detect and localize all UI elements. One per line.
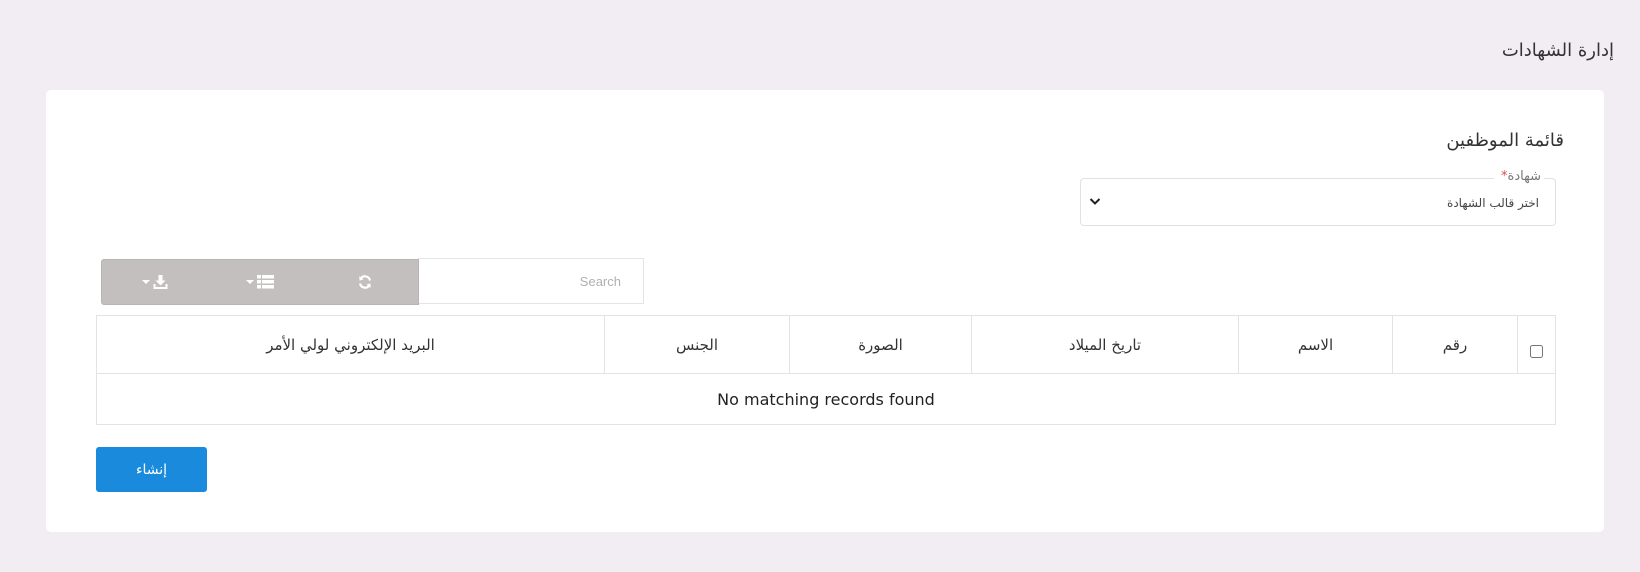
columns-icon [257, 275, 274, 289]
certificate-select[interactable]: اختر قالب الشهادة [1080, 178, 1556, 226]
caret-down-icon [141, 280, 150, 284]
column-header-gender[interactable]: الجنس [604, 316, 789, 373]
column-header-guardian-email[interactable]: البريد الإلكتروني لولي الأمر [97, 316, 604, 373]
column-header-dob[interactable]: تاريخ الميلاد [971, 316, 1238, 373]
certificate-select-value: اختر قالب الشهادة [1447, 196, 1539, 210]
create-button[interactable]: إنشاء [96, 447, 207, 492]
page-title: إدارة الشهادات [1501, 40, 1614, 61]
refresh-icon [359, 275, 372, 289]
column-header-photo[interactable]: الصورة [789, 316, 971, 373]
empty-message: No matching records found [717, 389, 935, 409]
export-button[interactable] [102, 260, 207, 304]
export-icon [153, 274, 168, 289]
card-title: قائمة الموظفين [1446, 130, 1564, 151]
columns-toggle-button[interactable] [207, 260, 312, 304]
employees-card: قائمة الموظفين اختر قالب الشهادة شهادة* [46, 90, 1604, 532]
certificate-field-label: شهادة* [1494, 169, 1544, 184]
select-all-checkbox[interactable] [1530, 345, 1543, 358]
column-header-name[interactable]: الاسم [1238, 316, 1392, 373]
certificate-label-text: شهادة [1507, 169, 1541, 184]
table-toolbar [101, 259, 419, 305]
table-header: رقم الاسم تاريخ الميلاد الصورة الجنس الب… [97, 316, 1555, 374]
employees-table: رقم الاسم تاريخ الميلاد الصورة الجنس الب… [96, 315, 1556, 425]
chevron-down-icon [1089, 198, 1101, 205]
search-input[interactable] [418, 258, 644, 304]
column-header-number[interactable]: رقم [1392, 316, 1517, 373]
caret-down-icon [246, 280, 254, 284]
refresh-button[interactable] [313, 260, 418, 304]
select-all-cell [1517, 316, 1555, 373]
